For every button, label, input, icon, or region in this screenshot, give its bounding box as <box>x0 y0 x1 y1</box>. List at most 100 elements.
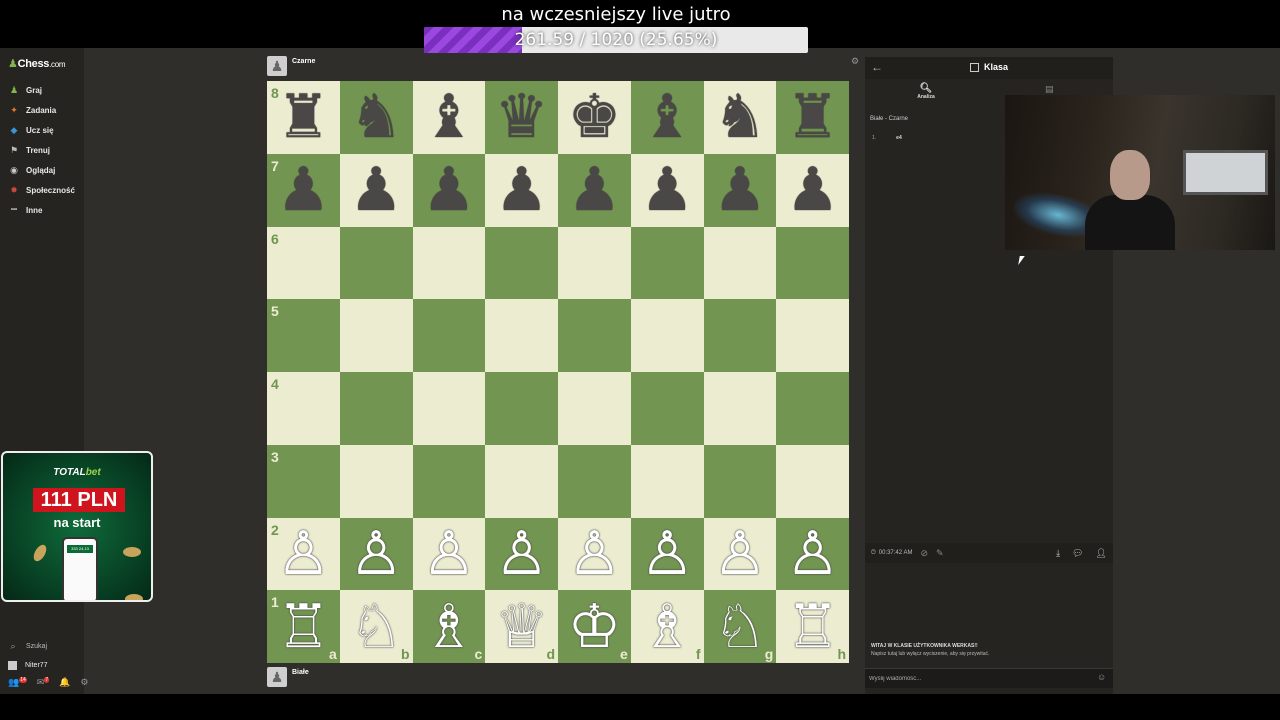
square-c5[interactable] <box>412 299 486 372</box>
white-piece[interactable]: ♘ <box>340 590 413 663</box>
square-d6[interactable] <box>485 226 558 300</box>
square-a8[interactable]: 8 ♜ <box>267 81 340 154</box>
square-g7[interactable]: ♟ <box>703 153 777 227</box>
emoji-icon[interactable]: ☺ <box>1097 672 1106 682</box>
sidebar-item-5[interactable]: ◉ Oglądaj <box>8 160 84 180</box>
square-g2[interactable]: ♙ <box>703 517 777 591</box>
square-c4[interactable] <box>412 372 486 445</box>
square-f5[interactable] <box>630 299 704 372</box>
square-e8[interactable]: ♚ <box>558 81 631 154</box>
square-h1[interactable]: h ♖ <box>776 590 849 663</box>
square-d5[interactable] <box>485 299 558 372</box>
square-b1[interactable]: b ♘ <box>339 590 413 663</box>
sidebar-item-2[interactable]: ✦ Zadania <box>8 100 84 120</box>
white-piece[interactable]: ♙ <box>631 518 704 591</box>
square-h5[interactable] <box>776 299 849 372</box>
square-d3[interactable] <box>485 444 558 518</box>
black-piece[interactable]: ♟ <box>485 154 558 227</box>
back-arrow-icon[interactable]: ← <box>871 60 883 74</box>
square-f7[interactable]: ♟ <box>630 153 704 227</box>
square-h2[interactable]: ♙ <box>776 517 849 591</box>
square-c6[interactable] <box>412 226 486 300</box>
black-piece[interactable]: ♚ <box>558 81 631 154</box>
square-h6[interactable] <box>776 226 849 300</box>
board-settings-gear-icon[interactable]: ⚙ <box>851 56 859 67</box>
square-b7[interactable]: ♟ <box>339 153 413 227</box>
square-d7[interactable]: ♟ <box>485 153 558 227</box>
square-e5[interactable] <box>558 299 631 372</box>
black-player-name[interactable]: Czarne <box>292 58 315 65</box>
white-piece[interactable]: ♕ <box>485 590 558 663</box>
white-piece[interactable]: ♙ <box>340 518 413 591</box>
totalbet-ad[interactable]: TOTALbet 111 PLN na start 333 24,13 <box>1 451 153 602</box>
square-b4[interactable] <box>339 372 413 445</box>
square-b6[interactable] <box>339 226 413 300</box>
square-a4[interactable]: 4 <box>267 372 340 445</box>
friends-icon[interactable]: 👥14 <box>8 677 27 688</box>
square-g1[interactable]: g ♘ <box>703 590 777 663</box>
messages-icon[interactable]: ✉7 <box>37 677 50 688</box>
square-d1[interactable]: d ♕ <box>485 590 558 663</box>
square-e7[interactable]: ♟ <box>558 153 631 227</box>
black-piece[interactable]: ♝ <box>413 81 486 154</box>
white-piece[interactable]: ♖ <box>267 590 340 663</box>
square-a1[interactable]: 1 a ♖ <box>267 590 340 663</box>
sidebar-item-3[interactable]: ◆ Ucz się <box>8 120 84 140</box>
square-f6[interactable] <box>630 226 704 300</box>
download-icon[interactable]: ⤓ <box>1056 548 1060 559</box>
square-e2[interactable]: ♙ <box>558 517 631 591</box>
square-d2[interactable]: ♙ <box>485 517 558 591</box>
square-g3[interactable] <box>703 444 777 518</box>
sidebar-item-4[interactable]: ⚑ Trenuj <box>8 140 84 160</box>
settings-gear-icon[interactable]: ⚙ <box>80 677 88 688</box>
square-f3[interactable] <box>630 444 704 518</box>
black-piece[interactable]: ♝ <box>631 81 704 154</box>
square-c7[interactable]: ♟ <box>412 153 486 227</box>
mic-off-icon[interactable]: ✎ <box>936 548 944 559</box>
chat-input[interactable] <box>869 673 1089 685</box>
square-c2[interactable]: ♙ <box>412 517 486 591</box>
black-piece[interactable]: ♛ <box>485 81 558 154</box>
white-player-name[interactable]: Białe <box>292 669 309 676</box>
black-piece[interactable]: ♟ <box>704 154 777 227</box>
white-player-avatar[interactable]: ♟ <box>267 667 287 687</box>
sidebar-item-7[interactable]: ••• Inne <box>8 200 84 220</box>
square-a3[interactable]: 3 <box>267 444 340 518</box>
black-piece[interactable]: ♟ <box>631 154 704 227</box>
square-h3[interactable] <box>776 444 849 518</box>
sidebar-search[interactable]: ⌕ Szukaj <box>8 637 84 656</box>
square-g5[interactable] <box>703 299 777 372</box>
chess-board[interactable]: 8 ♜ ♞ ♝ ♛ ♚ ♝ ♞ ♜ 7 ♟ ♟ ♟ ♟ ♟ ♟ ♟ ♟ 6 5 4 3 2 ♙ ♙ ♙ ♙ ♙ ♙ ♙ ♙ 1 a ♖ b ♘ c ♗ d ♕… <box>267 81 849 663</box>
black-piece[interactable]: ♟ <box>267 154 340 227</box>
users-icon[interactable]: 👤︎ <box>1096 548 1107 559</box>
white-piece[interactable]: ♗ <box>413 590 486 663</box>
square-e1[interactable]: e ♔ <box>558 590 631 663</box>
square-h8[interactable]: ♜ <box>776 81 849 154</box>
square-c1[interactable]: c ♗ <box>412 590 486 663</box>
square-e6[interactable] <box>558 226 631 300</box>
white-piece[interactable]: ♗ <box>631 590 704 663</box>
square-b2[interactable]: ♙ <box>339 517 413 591</box>
white-piece[interactable]: ♙ <box>267 518 340 591</box>
bell-icon[interactable]: 🔔 <box>59 677 70 688</box>
video-off-icon[interactable]: ⊘ <box>920 548 928 559</box>
black-piece[interactable]: ♜ <box>267 81 340 154</box>
white-piece[interactable]: ♙ <box>704 518 777 591</box>
white-piece[interactable]: ♖ <box>776 590 849 663</box>
white-piece[interactable]: ♘ <box>704 590 777 663</box>
white-piece[interactable]: ♙ <box>558 518 631 591</box>
square-g8[interactable]: ♞ <box>703 81 777 154</box>
white-piece[interactable]: ♙ <box>413 518 486 591</box>
square-f4[interactable] <box>630 372 704 445</box>
tab-library-icon[interactable]: ▤ <box>1045 84 1054 95</box>
square-h7[interactable]: ♟ <box>776 153 849 227</box>
chess-logo[interactable]: ♟Chess.com <box>8 57 66 70</box>
black-piece[interactable]: ♟ <box>558 154 631 227</box>
chat-icon[interactable]: 💬︎ <box>1072 548 1083 559</box>
sidebar-item-6[interactable]: ✸ Społeczność <box>8 180 84 200</box>
square-h4[interactable] <box>776 372 849 445</box>
square-a2[interactable]: 2 ♙ <box>267 517 340 591</box>
black-piece[interactable]: ♞ <box>340 81 413 154</box>
square-f1[interactable]: f ♗ <box>630 590 704 663</box>
black-piece[interactable]: ♟ <box>413 154 486 227</box>
